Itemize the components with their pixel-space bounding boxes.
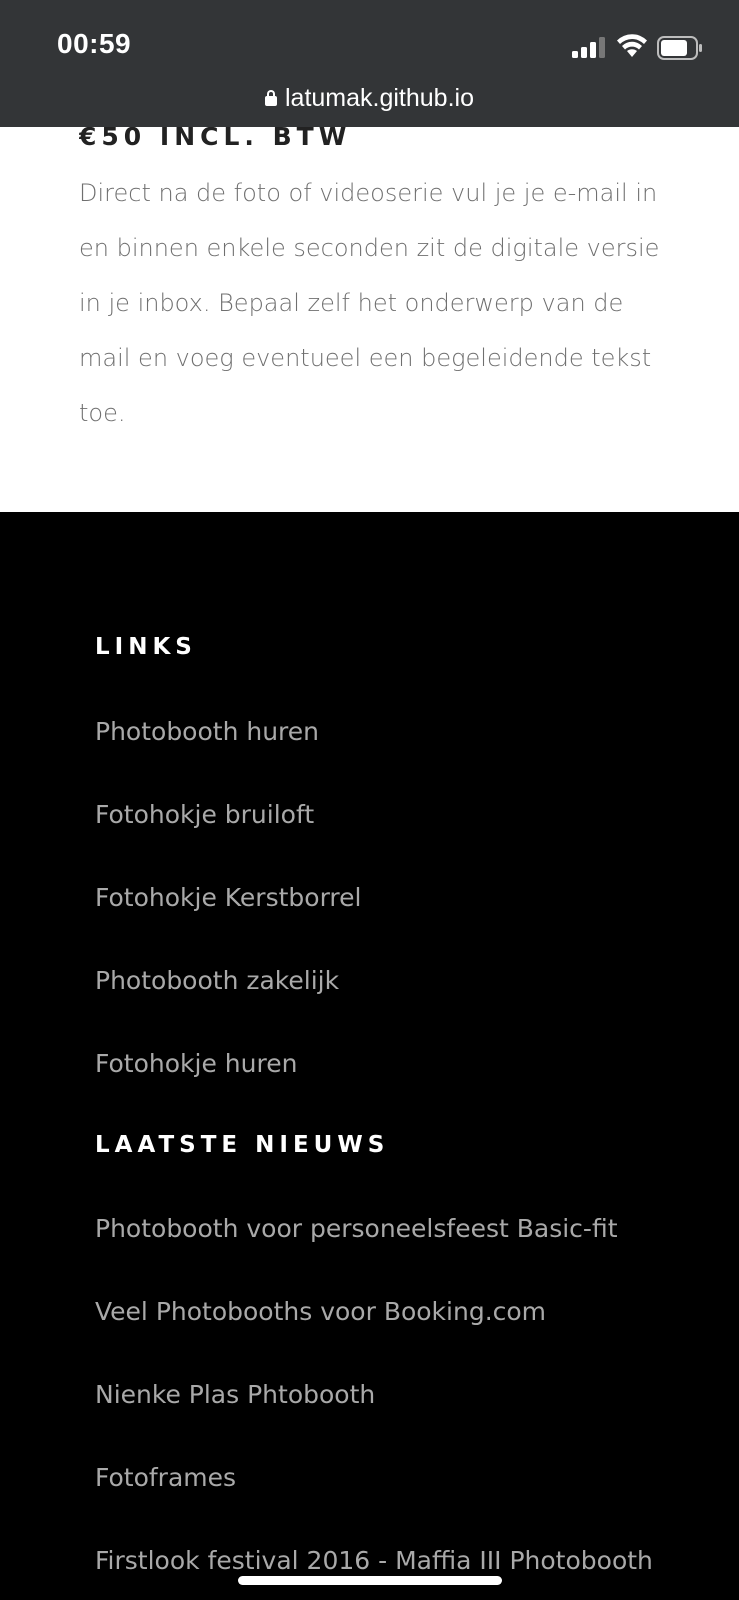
news-heading: LAATSTE NIEUWS: [95, 1132, 390, 1158]
links-heading: LINKS: [95, 634, 197, 660]
page: €50 INCL. BTW Direct na de foto of video…: [0, 0, 739, 1600]
home-indicator[interactable]: [238, 1576, 502, 1585]
signal-icon: [572, 36, 605, 58]
footer-link[interactable]: Fotohokje huren: [95, 1048, 297, 1080]
footer-link[interactable]: Fotohokje Kerstborrel: [95, 882, 361, 914]
url-text: latumak.github.io: [284, 84, 474, 112]
news-link[interactable]: Firstlook festival 2016 - Maffia III Pho…: [95, 1545, 653, 1577]
browser-chrome: 00:59 latumak.github.io: [0, 0, 739, 127]
news-link[interactable]: Nienke Plas Phtobooth: [95, 1379, 375, 1411]
footer-link[interactable]: Fotohokje bruiloft: [95, 799, 314, 831]
footer-link[interactable]: Photobooth huren: [95, 716, 319, 748]
footer: LINKS Photobooth huren Fotohokje bruilof…: [0, 512, 739, 1600]
news-link[interactable]: Photobooth voor personeelsfeest Basic-fi…: [95, 1213, 618, 1245]
news-link[interactable]: Fotoframes: [95, 1462, 236, 1494]
battery-icon: [657, 36, 702, 60]
wifi-icon: [617, 34, 647, 57]
footer-link[interactable]: Photobooth zakelijk: [95, 965, 339, 997]
news-link[interactable]: Veel Photobooths voor Booking.com: [95, 1296, 546, 1328]
lock-icon: [264, 90, 277, 106]
status-time: 00:59: [57, 28, 132, 59]
url-bar[interactable]: latumak.github.io: [0, 84, 739, 113]
description-text: Direct na de foto of videoserie vul je j…: [79, 179, 660, 427]
